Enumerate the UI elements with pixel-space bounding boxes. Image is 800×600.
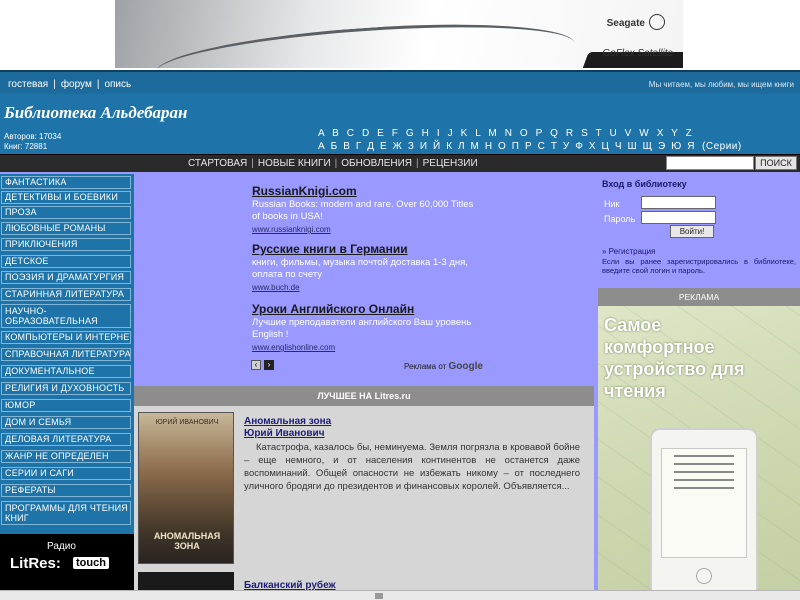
link-forum[interactable]: форум: [61, 79, 92, 90]
sidebar-item-undefined[interactable]: Жанр не определен: [1, 450, 131, 463]
sidebar-item-reference[interactable]: Справочная литература: [1, 348, 131, 361]
ad-title-3[interactable]: Уроки Английского Онлайн: [252, 302, 414, 316]
ad-title-2[interactable]: Русские книги в Германии: [252, 242, 408, 256]
ereader-screen: [661, 448, 747, 558]
sidebar-item-documentary[interactable]: Документальное: [1, 365, 131, 378]
ad-url-1[interactable]: www.russianknigi.com: [252, 225, 331, 234]
nav-new-books[interactable]: НОВЫЕ КНИГИ: [258, 158, 331, 169]
banner-brand: Seagate: [606, 18, 645, 29]
sidebar-item-fantasy[interactable]: Фантастика: [1, 176, 131, 189]
nav-reviews[interactable]: РЕЦЕНЗИИ: [423, 158, 478, 169]
login-button[interactable]: Войти!: [670, 225, 714, 238]
book-title-link[interactable]: Аномальная зона: [244, 416, 331, 427]
touch-badge: touch: [73, 557, 109, 569]
sidebar-item-romance[interactable]: Любовные романы: [1, 222, 131, 235]
login-label: Ник: [604, 199, 620, 209]
alphabet-cyrillic: А Б В Г Д Е Ж З И Й К Л М Н О П Р С Т У …: [318, 141, 742, 152]
ad-next-icon[interactable]: ›: [264, 360, 274, 370]
books-count: Книг: 72881: [4, 142, 48, 151]
search-button[interactable]: ПОИСК: [755, 156, 797, 170]
sidebar-item-home-family[interactable]: Дом и семья: [1, 416, 131, 429]
sidebar-item-humor[interactable]: Юмор: [1, 399, 131, 412]
sidebar-item-series[interactable]: Серии и саги: [1, 467, 131, 480]
sidebar-item-religion[interactable]: Религия и духовность: [1, 382, 131, 395]
cover-author: ЮРИЙ ИВАНОВИЧ: [155, 419, 219, 426]
banner-swoosh: [153, 13, 577, 68]
register-link[interactable]: » Регистрация: [602, 247, 655, 256]
search-input[interactable]: [666, 156, 754, 170]
text-ads: RussianKnigi.com Russian Books: modern a…: [134, 174, 594, 386]
utility-links: гостевая | форум | опись: [8, 79, 132, 90]
sidebar-item-children[interactable]: Детское: [1, 255, 131, 268]
sidebar-item-computers[interactable]: Компьютеры и интернет: [1, 331, 131, 344]
ad-title-1[interactable]: RussianKnigi.com: [252, 184, 357, 198]
ads-by-google[interactable]: Реклама от Google: [404, 361, 483, 372]
ereader-button: [696, 568, 712, 584]
sidebar-item-reader-programs[interactable]: Программы для чтения книг: [1, 501, 131, 525]
authors-count: Авторов: 17034: [4, 132, 62, 141]
series-link[interactable]: (Серии): [702, 141, 742, 152]
category-sidebar: Фантастика Детективы и боевики Проза Люб…: [0, 174, 134, 590]
sidebar-item-poetry[interactable]: Поэзия и драматургия: [1, 271, 131, 284]
site-title[interactable]: Библиотека Альдебаран: [4, 103, 188, 123]
alphabet-latin[interactable]: A B C D E F G H I J K L M N O P Q R S T …: [318, 128, 694, 139]
library-stats: Авторов: 17034 Книг: 72881: [4, 132, 61, 152]
ereader-image: [650, 428, 758, 590]
login-note: Если вы ранее зарегистрировались в библи…: [602, 257, 796, 275]
site-tagline: Мы читаем, мы любим, мы ищем книги: [648, 80, 794, 89]
sidebar-item-prose[interactable]: Проза: [1, 206, 131, 219]
litres-radio-ad[interactable]: Радио LitRes: touch: [0, 534, 134, 590]
seagate-logo-icon: [649, 14, 665, 30]
ad-prev-icon[interactable]: ‹: [251, 360, 261, 370]
ad-url-2[interactable]: www.buch.de: [252, 283, 300, 292]
ads-by-prefix: Реклама от: [404, 362, 447, 371]
best-books-header: ЛУЧШЕЕ НА Litres.ru: [134, 386, 594, 406]
right-ad-header: РЕКЛАМА: [598, 288, 800, 306]
utility-bar: гостевая | форум | опись Мы читаем, мы любим…: [0, 70, 800, 94]
link-catalog[interactable]: опись: [104, 79, 131, 90]
radio-label: Радио: [47, 541, 76, 552]
ebook-reader-ad[interactable]: Самое комфортное устройство для чтения: [598, 306, 800, 590]
sidebar-item-detectives[interactable]: Детективы и боевики: [1, 191, 131, 204]
ad-text-1: Russian Books: modern and rare. Over 60,…: [252, 199, 474, 222]
login-title: Вход в библиотеку: [602, 179, 687, 189]
horizontal-scrollbar[interactable]: [0, 590, 800, 600]
alphabet-cyrillic-letters[interactable]: А Б В Г Д Е Ж З И Й К Л М Н О П Р С Т У …: [318, 141, 696, 152]
sidebar-item-science[interactable]: Научно-образовательная: [1, 304, 131, 328]
page: Seagate GoFlex Satellite гостевая | форум |…: [0, 0, 800, 600]
login-field[interactable]: [641, 196, 716, 209]
google-logo: Google: [448, 361, 483, 372]
ebook-ad-slogan: Самое комфортное устройство для чтения: [604, 315, 745, 401]
sidebar-item-business[interactable]: Деловая литература: [1, 433, 131, 446]
book-description: Катастрофа, казалось бы, неминуема. Земл…: [244, 442, 580, 492]
link-guestbook[interactable]: гостевая: [8, 79, 48, 90]
password-field[interactable]: [641, 211, 716, 224]
book-author-link[interactable]: Юрий Иванович: [244, 428, 325, 439]
ad-text-3: Лучшие преподаватели английского Ваш уро…: [252, 317, 472, 340]
sidebar-item-adventure[interactable]: Приключения: [1, 238, 131, 251]
book-cover-image-2[interactable]: [138, 572, 234, 590]
main-nav-items: СТАРТОВАЯ | НОВЫЕ КНИГИ | ОБНОВЛЕНИЯ | РЕЦЕНЗИ…: [188, 158, 478, 169]
banner-product: GoFlex Satellite: [602, 48, 673, 59]
ad-url-3[interactable]: www.englishonline.com: [252, 343, 335, 352]
best-books-section: ЛУЧШЕЕ НА Litres.ru ЮРИЙ ИВАНОВИЧ АНОМАЛ…: [134, 386, 594, 591]
scrollbar-thumb[interactable]: [375, 593, 383, 599]
password-label: Пароль: [604, 214, 636, 224]
book-cover-image[interactable]: ЮРИЙ ИВАНОВИЧ АНОМАЛЬНАЯ ЗОНА: [138, 412, 234, 564]
litres-logo: LitRes:: [10, 555, 61, 572]
site-header: Библиотека Альдебаран Авторов: 17034 Кни…: [0, 94, 800, 154]
ad-text-2: книги, фильмы, музыка почтой доставка 1-…: [252, 257, 468, 280]
cover-title: АНОМАЛЬНАЯ ЗОНА: [153, 531, 221, 551]
nav-start[interactable]: СТАРТОВАЯ: [188, 158, 247, 169]
nav-updates[interactable]: ОБНОВЛЕНИЯ: [341, 158, 412, 169]
top-banner-ad[interactable]: Seagate GoFlex Satellite: [115, 0, 683, 68]
sidebar-item-essays[interactable]: Рефераты: [1, 484, 131, 497]
login-panel: Вход в библиотеку Ник Пароль Войти! » Ре…: [598, 174, 800, 286]
sidebar-item-old-literature[interactable]: Старинная литература: [1, 288, 131, 301]
